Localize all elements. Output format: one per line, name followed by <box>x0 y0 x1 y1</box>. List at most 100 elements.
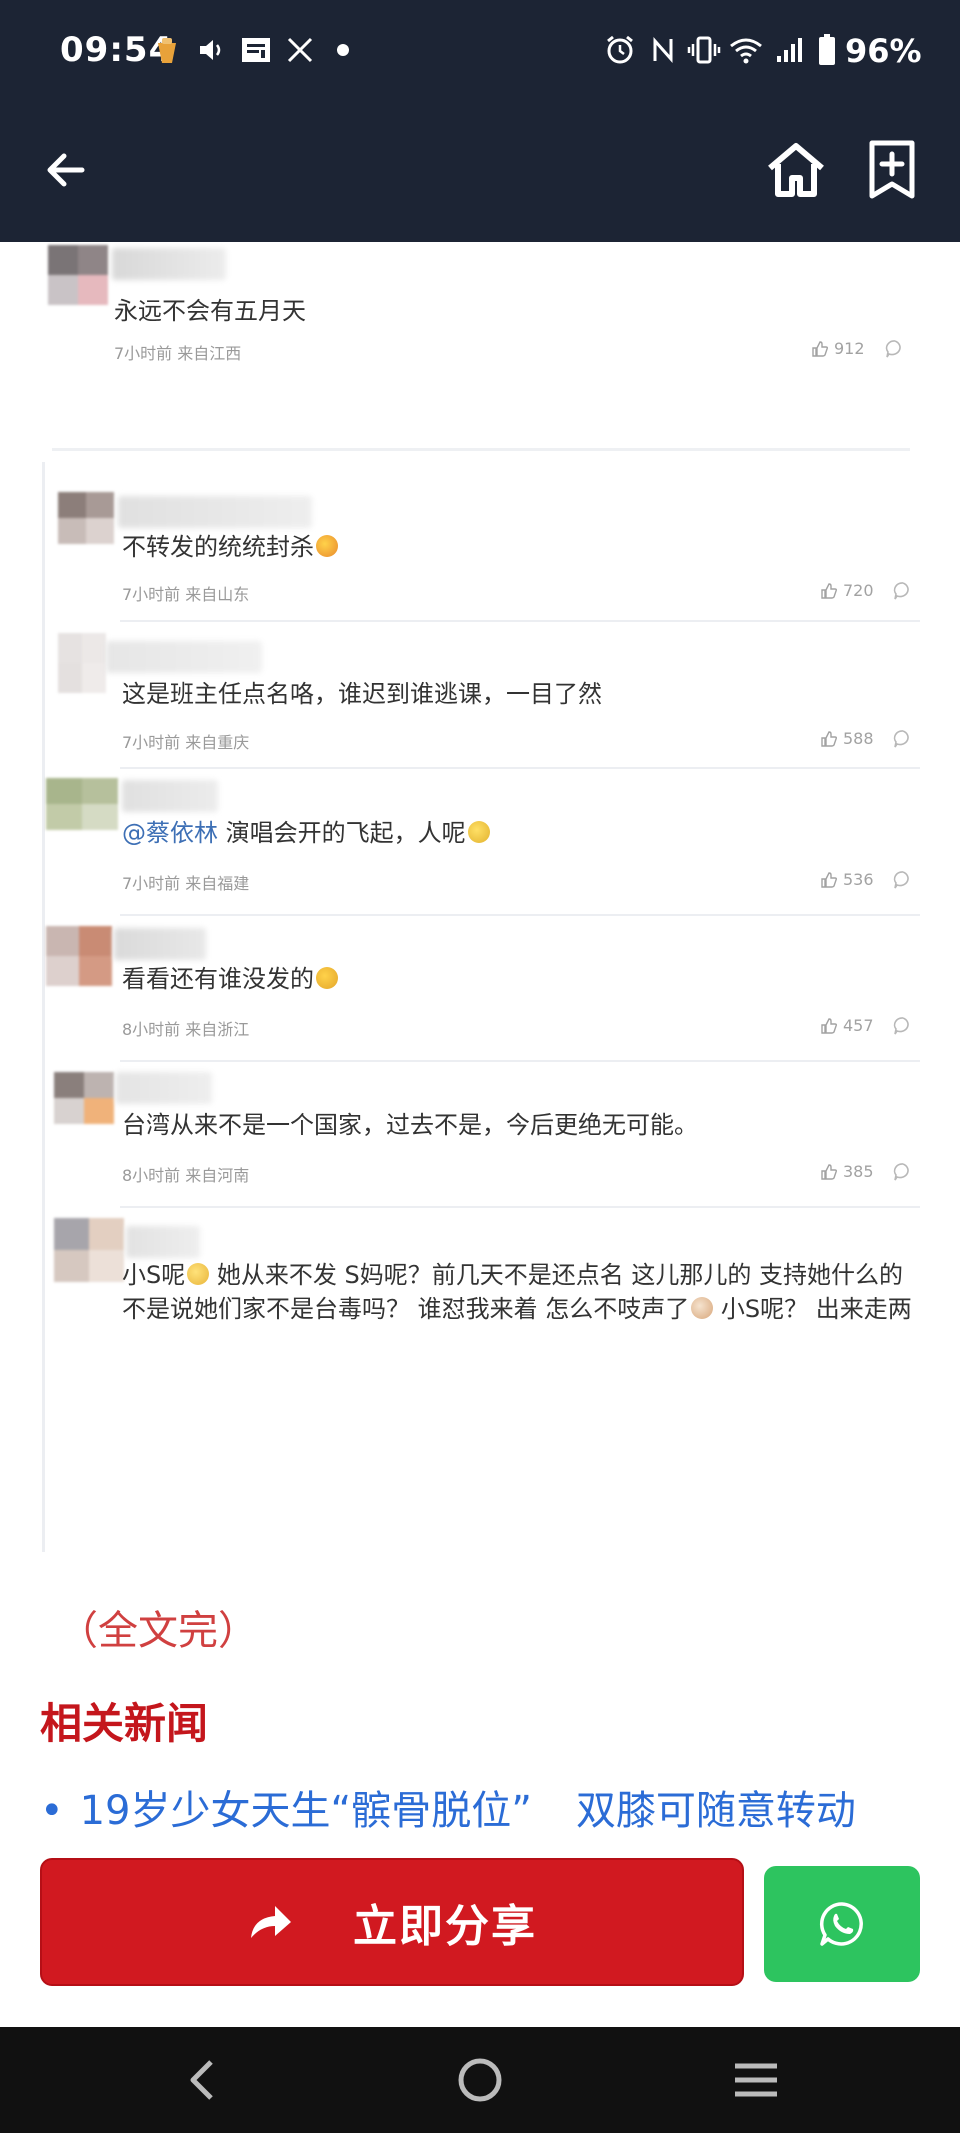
like-count: 720 <box>843 581 874 600</box>
system-back-icon <box>190 2060 213 2100</box>
battery-percent: 96% <box>845 32 922 70</box>
home-icon <box>768 143 824 197</box>
comment-screenshot: 永远不会有五月天 7小时前 来自江西 912 不转发的统统封杀 7小时前 来自山… <box>0 242 960 1552</box>
avatar <box>58 492 114 544</box>
share-button[interactable]: 立即分享 <box>40 1858 744 1986</box>
mention-link[interactable]: @蔡依林 <box>122 819 218 847</box>
comment-text: 小S呢 她从来不发 S妈呢？前几天不是还点名 这儿那儿的 支持她什么的 <box>122 1261 903 1289</box>
comment-text: 不转发的统统封杀 <box>122 530 338 564</box>
thumbs-up-icon <box>821 1163 838 1180</box>
home-button[interactable] <box>756 130 836 210</box>
news-app-icon <box>240 32 272 68</box>
wifi-icon <box>728 32 764 68</box>
reply-icon[interactable] <box>892 580 914 602</box>
like-count: 457 <box>843 1016 874 1035</box>
system-home-button[interactable] <box>450 2055 510 2105</box>
reply-icon[interactable] <box>892 1015 914 1037</box>
emoji-icon <box>316 535 338 557</box>
comment-meta: 7小时前 来自山东 <box>122 585 250 604</box>
comment-meta: 8小时前 来自河南 <box>122 1166 250 1185</box>
divider <box>120 1060 920 1062</box>
back-button[interactable] <box>26 130 106 210</box>
system-recents-icon <box>735 2063 777 2097</box>
comment-meta: 8小时前 来自浙江 <box>122 1020 250 1039</box>
thread-line <box>42 462 45 1552</box>
avatar <box>54 1218 124 1282</box>
avatar <box>58 633 106 693</box>
divider <box>120 767 920 769</box>
comment-text-continued: 不是说她们家不是台毒吗？ 谁怼我来着 怎么不吱声了 小S呢？ 出来走两 <box>122 1295 912 1323</box>
like-button[interactable]: 385 <box>820 1162 874 1181</box>
comment-text: 这是班主任点名咯，谁迟到谁逃课，一目了然 <box>122 680 602 708</box>
username-blurred <box>112 248 226 280</box>
like-count: 536 <box>843 870 874 889</box>
dot-icon <box>335 32 351 68</box>
like-count: 588 <box>843 729 874 748</box>
battery-icon <box>816 32 838 68</box>
reply-icon[interactable] <box>892 1161 914 1183</box>
related-news-link[interactable]: • 19岁少女天生“髌骨脱位” 双膝可随意转动 <box>40 1778 856 1836</box>
comment-text: @蔡依林 演唱会开的飞起，人呢 <box>122 816 490 850</box>
divider <box>120 620 920 622</box>
thumbs-up-icon <box>812 340 829 357</box>
whatsapp-icon <box>819 1902 863 1946</box>
back-arrow-icon <box>47 153 85 187</box>
related-news-title: 相关新闻 <box>40 1699 209 1748</box>
reply-icon[interactable] <box>884 338 906 360</box>
like-button[interactable]: 720 <box>820 581 874 600</box>
like-count: 385 <box>843 1162 874 1181</box>
like-button[interactable]: 457 <box>820 1016 874 1035</box>
username-blurred <box>122 780 218 812</box>
system-recents-button[interactable] <box>726 2055 786 2105</box>
comment-text: 台湾从来不是一个国家，过去不是，今后更绝无可能。 <box>122 1111 698 1139</box>
thumbs-up-icon <box>821 871 838 888</box>
username-blurred <box>114 928 206 960</box>
share-label: 立即分享 <box>353 1901 537 1952</box>
x-app-icon <box>284 32 316 68</box>
article-end-text: （全文完） <box>58 1608 258 1654</box>
avatar <box>46 778 118 830</box>
like-count: 912 <box>834 339 865 358</box>
bookmark-button[interactable] <box>852 130 932 210</box>
system-back-button[interactable] <box>172 2055 232 2105</box>
comment-text: 永远不会有五月天 <box>114 297 306 325</box>
comment-meta: 7小时前 来自福建 <box>122 874 250 893</box>
thumbs-up-icon <box>821 730 838 747</box>
thumbs-up-icon <box>821 582 838 599</box>
whatsapp-share-button[interactable] <box>764 1866 920 1982</box>
like-button[interactable]: 536 <box>820 870 874 889</box>
app-header <box>0 100 960 242</box>
like-button[interactable]: 912 <box>811 339 865 358</box>
divider <box>120 1206 920 1208</box>
reply-icon[interactable] <box>892 728 914 750</box>
emoji-icon <box>467 821 490 843</box>
avatar <box>46 926 112 986</box>
like-button[interactable]: 588 <box>820 729 874 748</box>
divider <box>120 914 920 916</box>
username-blurred <box>106 641 262 673</box>
username-blurred <box>118 496 312 528</box>
avatar <box>48 245 108 305</box>
bullet-icon: • <box>40 1788 64 1834</box>
status-bar: 09:54 96% <box>0 0 960 100</box>
volume-icon <box>195 32 229 68</box>
comment-text: 看看还有谁没发的 <box>122 962 338 996</box>
username-blurred <box>116 1072 212 1104</box>
emoji-icon <box>316 967 338 989</box>
vibrate-icon <box>686 32 722 68</box>
comment-meta: 7小时前 来自江西 <box>114 344 242 363</box>
avatar <box>54 1072 114 1124</box>
system-nav-bar <box>0 2027 960 2133</box>
share-arrow-icon <box>251 1906 291 1938</box>
nfc-icon <box>650 32 676 68</box>
comment-meta: 7小时前 来自重庆 <box>122 733 250 752</box>
app-notification-icon <box>152 32 182 68</box>
username-blurred <box>126 1226 200 1258</box>
signal-icon <box>774 32 806 68</box>
system-home-icon <box>458 2058 502 2102</box>
thumbs-up-icon <box>821 1017 838 1034</box>
reply-icon[interactable] <box>892 869 914 891</box>
emoji-icon <box>691 1297 714 1319</box>
emoji-icon <box>187 1263 210 1285</box>
divider <box>52 448 910 451</box>
